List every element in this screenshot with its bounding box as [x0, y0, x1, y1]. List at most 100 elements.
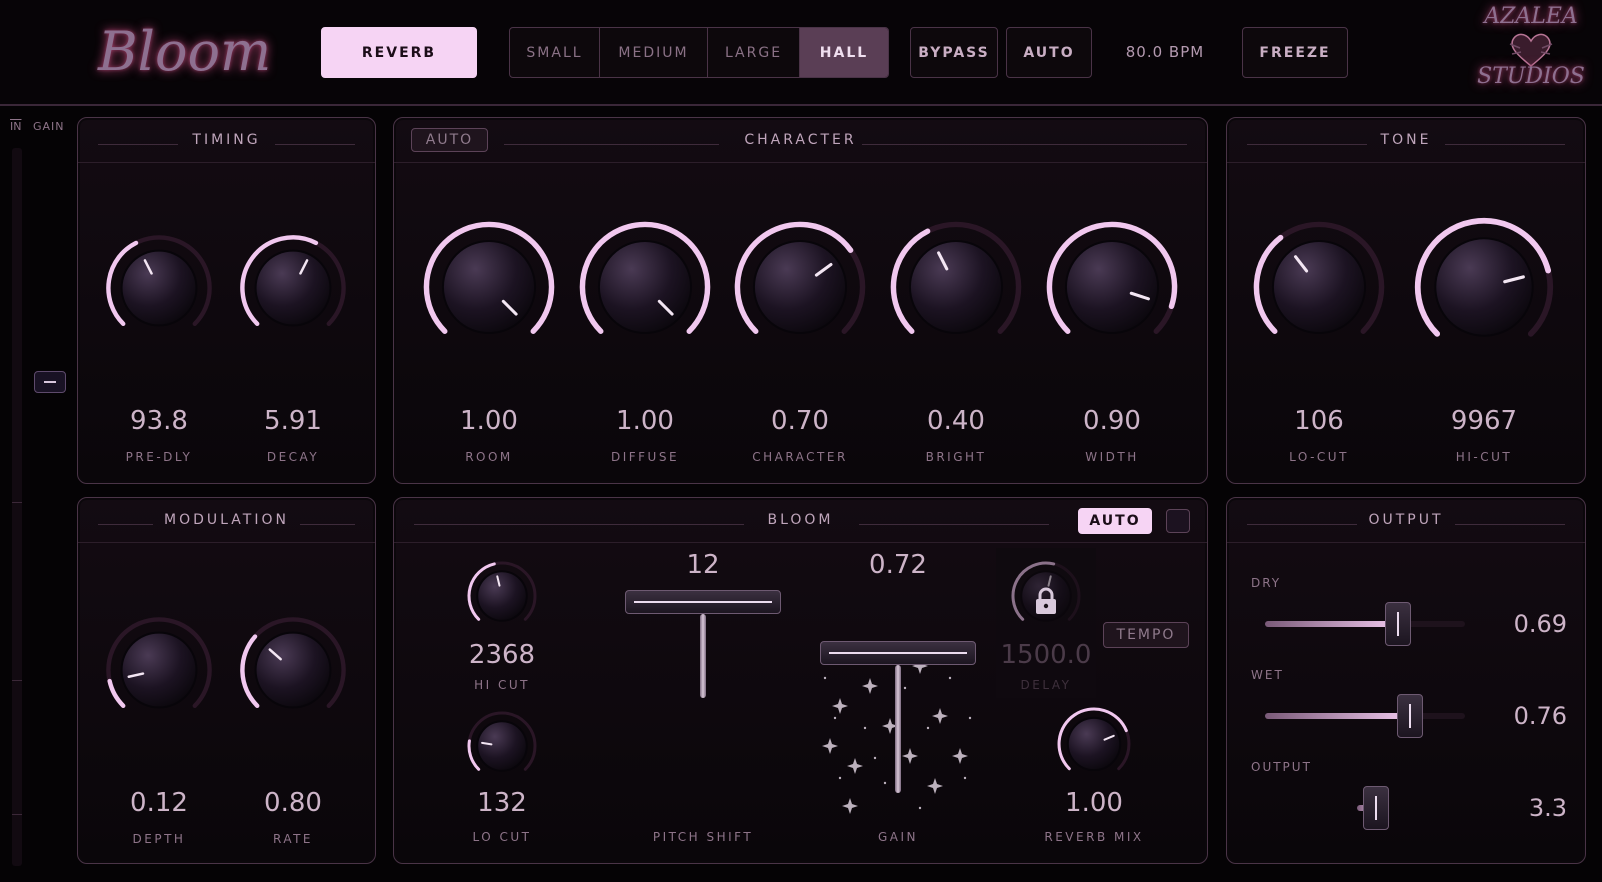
bloom-lo-cut-label: LO CUT	[472, 830, 532, 844]
freeze-button[interactable]: FREEZE	[1242, 27, 1348, 78]
bloom-gain-slider-handle[interactable]	[820, 641, 976, 665]
hi-cut-value: 9967	[1450, 406, 1518, 436]
hi-cut-knob[interactable]	[1405, 208, 1563, 366]
bloom-hi-cut-knob[interactable]	[462, 556, 542, 636]
size-large[interactable]: LARGE	[708, 28, 800, 77]
input-level-meter	[12, 148, 22, 866]
gain-fader-handle[interactable]	[34, 370, 66, 393]
slider-handle[interactable]	[1362, 786, 1389, 830]
diffuse-knob[interactable]	[570, 212, 720, 362]
pre-delay-knob[interactable]	[99, 228, 219, 348]
modulation-title: MODULATION	[164, 512, 289, 528]
bloom-logo: Bloom	[98, 20, 272, 83]
dry-slider[interactable]	[1265, 602, 1465, 646]
lo-cut-value: 106	[1294, 406, 1344, 436]
tone-title: TONE	[1380, 132, 1432, 148]
input-meter-strip: IN GAIN	[0, 106, 74, 882]
bright-knob[interactable]	[881, 212, 1031, 362]
output-panel: OUTPUT DRY 0.69 WET 0.76 OUTPUT 3.3	[1226, 497, 1586, 864]
bloom-lo-cut-value: 132	[477, 788, 527, 818]
rate-value: 0.80	[264, 788, 322, 818]
bloom-auto-toggle[interactable]: AUTO	[1078, 508, 1152, 534]
room-knob[interactable]	[414, 212, 564, 362]
gain-label: GAIN	[33, 120, 65, 133]
lo-cut-knob[interactable]	[1244, 212, 1394, 362]
tone-panel: TONE 106 LO-CUT 9967 HI-CUT	[1226, 117, 1586, 484]
bloom-gain-label: GAIN	[877, 830, 919, 844]
in-label: IN	[10, 120, 22, 133]
modulation-panel: MODULATION 0.12 DEPTH 0.80 RATE	[77, 497, 376, 864]
bloom-link-toggle[interactable]	[1166, 509, 1190, 533]
studio-logo-top: AZALEA	[1484, 4, 1578, 29]
diffuse-label: DIFFUSE	[610, 450, 680, 464]
room-label: ROOM	[465, 450, 513, 464]
slider-handle[interactable]	[1385, 602, 1412, 646]
output-level-value: 3.3	[1528, 794, 1567, 822]
character-knob[interactable]	[725, 212, 875, 362]
bloom-hi-cut-label: HI CUT	[474, 678, 530, 692]
pitch-shift-slider-handle[interactable]	[625, 590, 781, 614]
output-level-label: OUTPUT	[1251, 760, 1312, 774]
character-value: 0.70	[771, 406, 829, 436]
character-panel: CHARACTER AUTO 1.00 ROOM 1.00 DIFFUSE 0.…	[393, 117, 1208, 484]
diffuse-value: 1.00	[616, 406, 674, 436]
rate-label: RATE	[272, 832, 314, 846]
output-title: OUTPUT	[1368, 512, 1444, 528]
bypass-button[interactable]: BYPASS	[910, 27, 998, 78]
tempo-toggle[interactable]: TEMPO	[1103, 622, 1189, 648]
dry-value: 0.69	[1513, 610, 1567, 638]
character-auto-toggle[interactable]: AUTO	[411, 128, 488, 152]
width-value: 0.90	[1083, 406, 1141, 436]
wet-value: 0.76	[1513, 702, 1567, 730]
reverb-mix-label: REVERB MIX	[1044, 830, 1144, 844]
size-medium[interactable]: MEDIUM	[600, 28, 708, 77]
dry-label: DRY	[1251, 576, 1282, 590]
header-bar: Bloom REVERB SMALL MEDIUM LARGE HALL BYP…	[0, 0, 1602, 106]
width-label: WIDTH	[1085, 450, 1139, 464]
lock-icon	[1036, 587, 1056, 614]
decay-value: 5.91	[264, 406, 322, 436]
delay-label: DELAY	[1020, 678, 1072, 692]
bpm-readout: 80.0 BPM	[1125, 43, 1205, 61]
size-hall[interactable]: HALL	[800, 28, 888, 77]
auto-button[interactable]: AUTO	[1006, 27, 1092, 78]
bright-value: 0.40	[927, 406, 985, 436]
rate-knob[interactable]	[233, 610, 353, 730]
gain-fader-track[interactable]	[34, 148, 66, 866]
size-small[interactable]: SMALL	[510, 28, 600, 77]
meter-tick	[12, 814, 22, 815]
meter-tick	[12, 502, 22, 503]
depth-label: DEPTH	[132, 832, 186, 846]
depth-value: 0.12	[130, 788, 188, 818]
room-value: 1.00	[460, 406, 518, 436]
studio-logo: AZALEA STUDIOS	[1476, 4, 1586, 96]
depth-knob[interactable]	[99, 610, 219, 730]
bloom-panel: BLOOM AUTO 2368 HI CUT 132 LO CUT 12 PIT…	[393, 497, 1208, 864]
pitch-shift-label: PITCH SHIFT	[652, 830, 754, 844]
character-label: CHARACTER	[752, 450, 848, 464]
bloom-lo-cut-knob[interactable]	[462, 706, 542, 786]
delay-value: 1500.0	[1000, 640, 1092, 670]
reverb-mix-value: 1.00	[1065, 788, 1123, 818]
room-size-selector: SMALL MEDIUM LARGE HALL	[509, 27, 889, 78]
slider-handle[interactable]	[1397, 694, 1424, 738]
meter-tick	[12, 680, 22, 681]
reverb-mix-knob[interactable]	[1052, 702, 1136, 786]
timing-panel: TIMING 93.8 PRE-DLY 5.91 DECAY	[77, 117, 376, 484]
reverb-mode-button[interactable]: REVERB	[321, 27, 477, 78]
pre-delay-label: PRE-DLY	[125, 450, 193, 464]
hi-cut-label: HI-CUT	[1455, 450, 1513, 464]
decay-knob[interactable]	[233, 228, 353, 348]
studio-logo-bottom: STUDIOS	[1477, 64, 1585, 89]
heart-icon	[1509, 33, 1553, 67]
wet-label: WET	[1251, 668, 1284, 682]
decay-label: DECAY	[266, 450, 320, 464]
bloom-hi-cut-value: 2368	[468, 640, 536, 670]
wet-slider[interactable]	[1265, 694, 1465, 738]
bloom-gain-slider-stem[interactable]	[895, 665, 901, 793]
output-level-slider[interactable]	[1357, 786, 1457, 830]
pitch-shift-slider-stem[interactable]	[700, 614, 706, 698]
width-knob[interactable]	[1037, 212, 1187, 362]
character-title: CHARACTER	[744, 132, 857, 148]
bright-label: BRIGHT	[925, 450, 987, 464]
